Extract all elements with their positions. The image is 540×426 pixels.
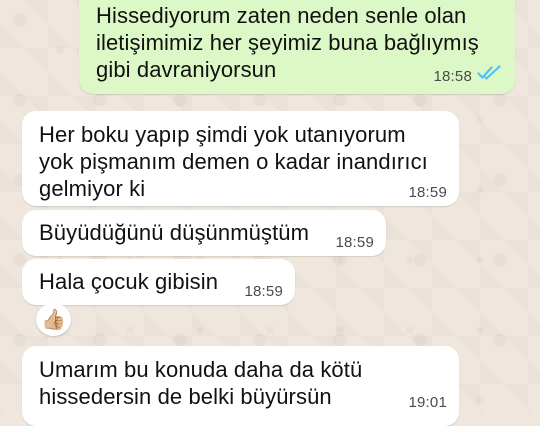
thumbs-up-reaction-icon[interactable]: 👍🏼 — [36, 303, 71, 336]
message-text: Hissediyorum zaten neden senle olan ilet… — [96, 3, 479, 82]
message-time: 18:59 — [335, 234, 374, 251]
incoming-message-bubble[interactable]: Büyüdüğünü düşünmüştüm 18:59 — [22, 210, 386, 256]
double-check-read-icon — [477, 65, 501, 80]
message-text: Büyüdüğünü düşünmüştüm — [39, 220, 310, 245]
message-time: 19:01 — [408, 394, 447, 411]
message-text: Hala çocuk gibisin — [39, 269, 219, 294]
message-text: Umarım bu konuda daha da kötü hissedersi… — [39, 357, 363, 409]
incoming-message-bubble[interactable]: Umarım bu konuda daha da kötü hissedersi… — [22, 346, 459, 426]
message-time: 18:58 — [433, 68, 472, 85]
incoming-message-bubble[interactable]: Her boku yapıp şimdi yok utanıyorum yok … — [22, 111, 459, 206]
message-text: Her boku yapıp şimdi yok utanıyorum yok … — [39, 122, 428, 201]
incoming-message-bubble[interactable]: Hala çocuk gibisin 18:59 — [22, 259, 295, 305]
message-time: 18:59 — [408, 184, 447, 201]
outgoing-message-bubble[interactable]: Hissediyorum zaten neden senle olan ilet… — [79, 0, 515, 94]
message-time: 18:59 — [244, 283, 283, 300]
